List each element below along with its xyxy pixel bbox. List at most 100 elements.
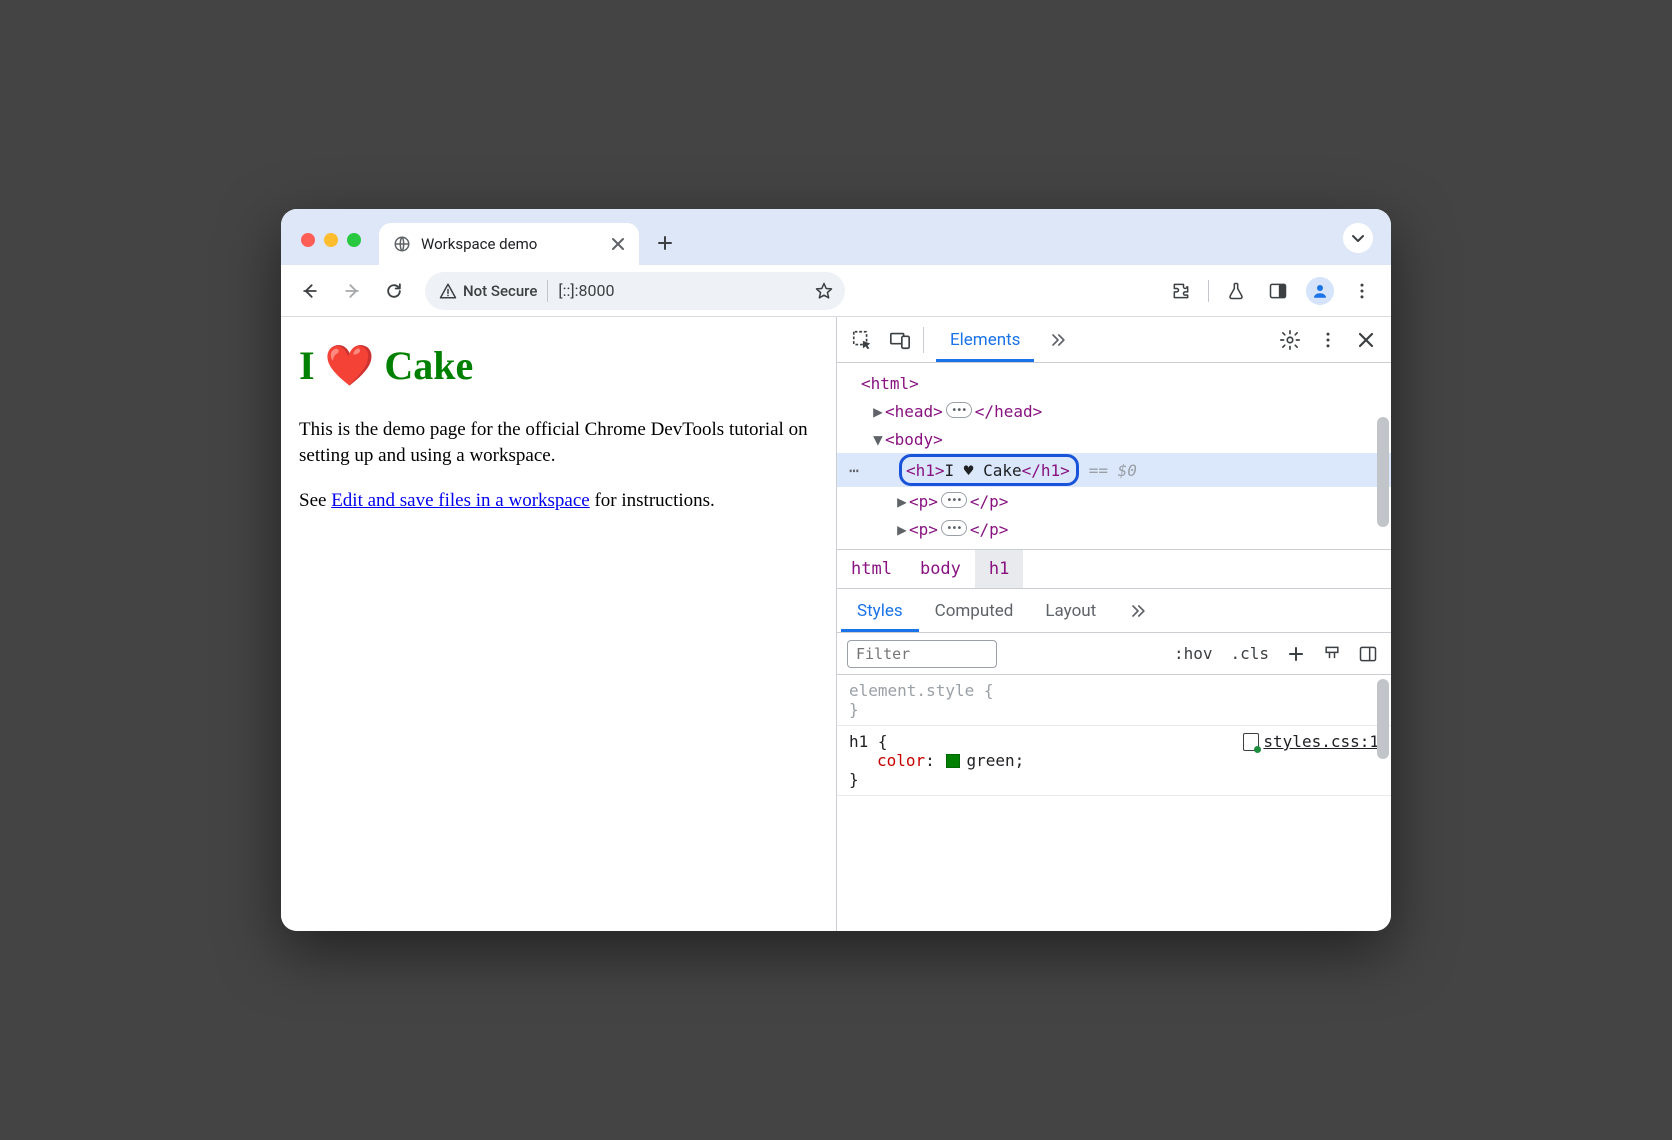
devtools-more-button[interactable] [1311,323,1345,357]
console-ref: == $0 [1089,461,1137,480]
devtools-close-button[interactable] [1349,323,1383,357]
page-paragraph: This is the demo page for the official C… [299,417,818,468]
page-heading: I ❤️ Cake [299,339,818,393]
ellipsis-icon[interactable] [941,520,967,536]
color-swatch[interactable] [946,754,960,768]
dom-node-selected[interactable]: ⋯ <h1>I ♥ Cake</h1> == $0 [837,453,1391,487]
expand-toggle[interactable]: ▶ [895,522,909,536]
side-panel-icon [1358,644,1378,664]
double-chevron-right-icon [1128,601,1148,621]
scrollbar-thumb[interactable] [1377,417,1389,527]
dom-breadcrumb: html body h1 [837,549,1391,589]
forward-button[interactable] [333,272,371,310]
extensions-button[interactable] [1162,272,1200,310]
browser-tab[interactable]: Workspace demo [379,223,639,265]
browser-window: Workspace demo Not Secure [::]:8000 [281,209,1391,931]
brush-icon [1322,644,1342,664]
breadcrumb-item[interactable]: html [837,550,906,588]
chevron-down-icon [1351,231,1365,245]
plus-icon [657,235,673,251]
style-rule[interactable]: styles.css:1 h1 { color: green; } [837,726,1391,796]
device-toolbar-button[interactable] [883,323,917,357]
star-icon [814,281,834,301]
style-rule[interactable]: element.style { } [837,675,1391,726]
new-tab-button[interactable] [649,227,681,259]
devtools-settings-button[interactable] [1273,323,1307,357]
inspect-element-button[interactable] [845,323,879,357]
reload-icon [384,281,404,301]
cls-button[interactable]: .cls [1226,644,1273,663]
plus-icon [1287,645,1305,663]
inspect-icon [851,329,873,351]
dom-node[interactable]: ▼<body> [843,425,1387,453]
heading-text: I [299,343,325,388]
more-subtabs-button[interactable] [1112,589,1164,632]
dom-tree[interactable]: <html> ▶<head></head> ▼<body> ⋯ <h1>I ♥ … [837,363,1391,549]
highlight-ring: <h1>I ♥ Cake</h1> [899,454,1079,486]
more-vertical-icon [1352,281,1372,301]
expand-toggle[interactable]: ▶ [871,404,885,418]
gear-icon [1279,329,1301,351]
bookmark-button[interactable] [809,276,839,306]
side-panel-icon [1268,281,1288,301]
reload-button[interactable] [375,272,413,310]
tab-strip: Workspace demo [281,209,1391,265]
content-area: I ❤️ Cake This is the demo page for the … [281,317,1391,931]
css-value[interactable]: green [966,751,1014,770]
address-bar[interactable]: Not Secure [::]:8000 [425,272,845,310]
side-panel-button[interactable] [1259,272,1297,310]
subtab-computed[interactable]: Computed [919,589,1030,632]
avatar [1306,277,1334,305]
more-button[interactable] [1343,272,1381,310]
tab-search-button[interactable] [1343,223,1373,253]
close-tab-icon[interactable] [611,237,625,251]
maximize-window-button[interactable] [347,233,361,247]
arrow-left-icon [300,281,320,301]
flask-icon [1226,281,1246,301]
styles-toolbar: :hov .cls [837,633,1391,675]
security-chip[interactable]: Not Secure [439,282,537,300]
styles-subtabs: Styles Computed Layout [837,589,1391,633]
warning-icon [439,282,457,300]
subtab-layout[interactable]: Layout [1029,589,1112,632]
back-button[interactable] [291,272,329,310]
new-style-rule-button[interactable] [1283,641,1309,667]
dom-node[interactable]: ▶<p></p> [843,487,1387,515]
window-controls [301,233,361,247]
devtools-top-bar: Elements [837,317,1391,363]
ellipsis-icon[interactable] [941,492,967,508]
dom-node[interactable]: <html> [843,369,1387,397]
ellipsis-icon[interactable] [946,402,972,418]
breadcrumb-item[interactable]: body [906,550,975,588]
hov-button[interactable]: :hov [1170,644,1217,663]
devtools-panel: Elements <html> [836,317,1391,931]
dom-node[interactable]: ▶<head></head> [843,397,1387,425]
devices-icon [889,329,911,351]
arrow-right-icon [342,281,362,301]
subtab-styles[interactable]: Styles [841,589,919,632]
separator [547,280,548,302]
scrollbar-thumb[interactable] [1377,679,1389,759]
breadcrumb-item-current[interactable]: h1 [975,550,1023,588]
copy-styles-button[interactable] [1319,641,1345,667]
more-tabs-button[interactable] [1034,317,1082,362]
double-chevron-right-icon [1048,330,1068,350]
collapse-toggle[interactable]: ▼ [871,432,885,446]
stylesheet-source-link[interactable]: styles.css:1 [1243,732,1379,751]
close-window-button[interactable] [301,233,315,247]
style-rules: element.style { } styles.css:1 h1 { colo… [837,675,1391,931]
more-actions-icon[interactable]: ⋯ [843,461,865,480]
dom-node[interactable]: ▶<p></p> [843,515,1387,543]
css-property[interactable]: color [877,751,925,770]
expand-toggle[interactable]: ▶ [895,494,909,508]
styles-filter-input[interactable] [847,640,997,668]
computed-sidebar-button[interactable] [1355,641,1381,667]
labs-button[interactable] [1217,272,1255,310]
person-icon [1311,282,1329,300]
profile-button[interactable] [1301,272,1339,310]
page-link[interactable]: Edit and save files in a workspace [331,490,590,511]
heart-icon: ❤️ [325,343,375,388]
url-text[interactable]: [::]:8000 [558,281,799,300]
minimize-window-button[interactable] [324,233,338,247]
tab-elements[interactable]: Elements [936,317,1034,362]
